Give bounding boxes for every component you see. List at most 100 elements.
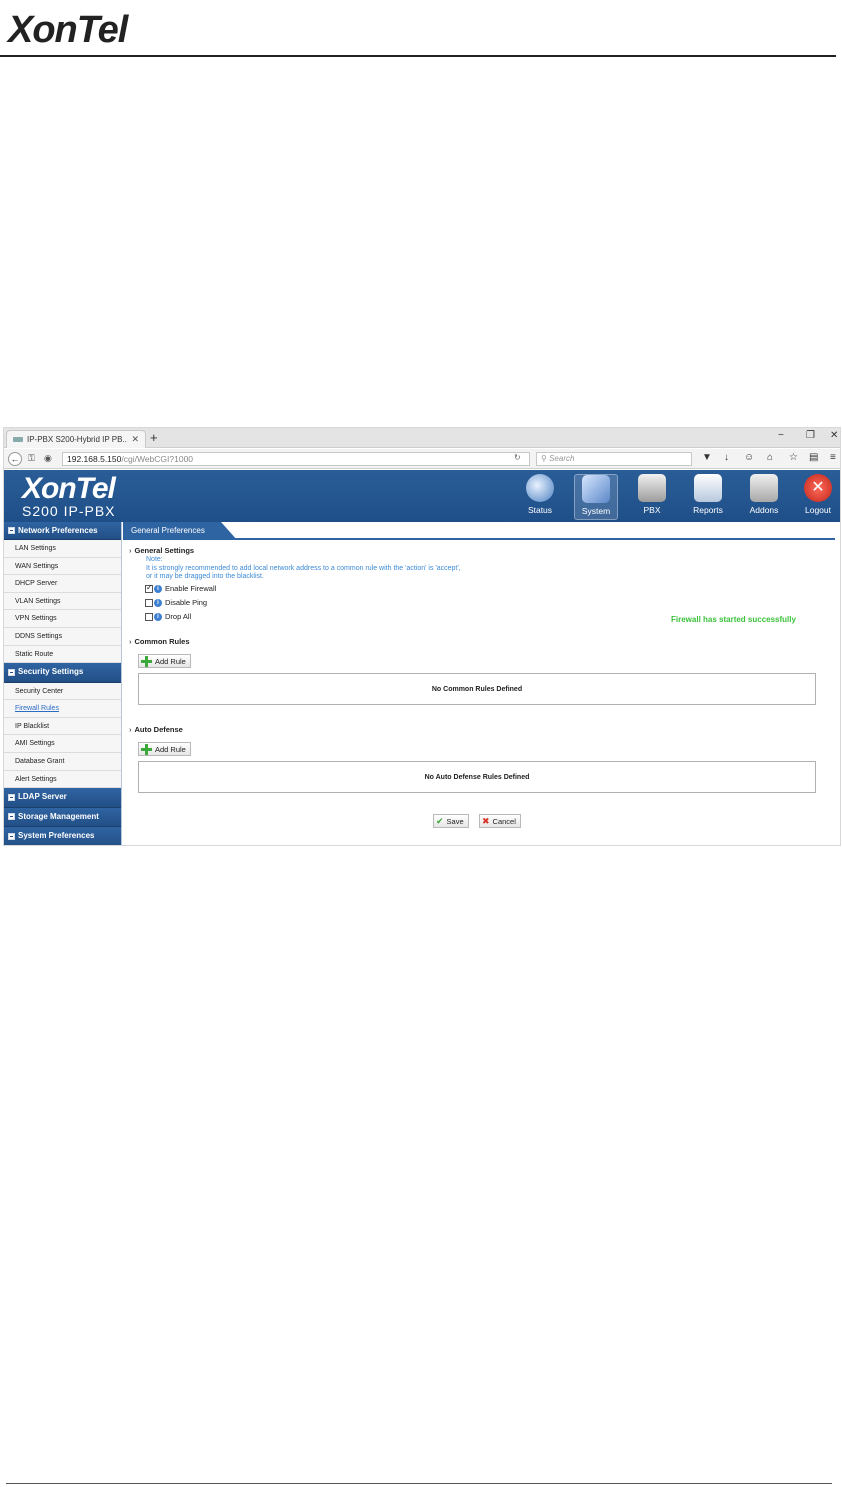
- maximize-icon[interactable]: ❐: [806, 430, 815, 441]
- breadcrumb: General Preferences: [123, 522, 237, 540]
- disable-ping-label: Disable Ping: [165, 598, 208, 607]
- nav-reports[interactable]: Reports: [686, 474, 730, 520]
- reports-icon: [694, 474, 722, 502]
- app-header: XonTel S200 IP-PBX Status System PBX Rep…: [4, 470, 840, 522]
- new-tab-button[interactable]: +: [150, 430, 158, 445]
- nav-logout[interactable]: ✕ Logout: [796, 474, 840, 520]
- browser-tab[interactable]: IP-PBX S200-Hybrid IP PB... ✕: [6, 430, 146, 448]
- nav-logout-label: Logout: [805, 505, 831, 515]
- sidebar-group-network-preferences[interactable]: Network Preferences: [4, 522, 121, 540]
- sidebar-item-ami-settings[interactable]: AMI Settings: [4, 735, 121, 754]
- url-input[interactable]: 192.168.5.150/cgi/WebCGI?1000: [62, 452, 530, 466]
- sidebar-group-storage-management[interactable]: Storage Management: [4, 807, 121, 828]
- info-icon[interactable]: i: [154, 612, 162, 621]
- nav-addons-label: Addons: [749, 505, 779, 515]
- save-label: Save: [446, 816, 464, 826]
- option-disable-ping: i Disable Ping: [145, 598, 207, 607]
- sidebar-item-vpn-settings[interactable]: VPN Settings: [4, 610, 121, 628]
- auto-defense-rules-table: No Auto Defense Rules Defined: [138, 761, 816, 793]
- nav-addons[interactable]: Addons: [742, 474, 786, 520]
- header-rule: [0, 55, 836, 57]
- sidebar-group-security-settings[interactable]: Security Settings: [4, 663, 121, 683]
- sidebar-group-ldap-server[interactable]: LDAP Server: [4, 788, 121, 808]
- option-enable-firewall: i Enable Firewall: [145, 583, 217, 593]
- sidebar-item-security-center[interactable]: Security Center: [4, 682, 121, 701]
- save-button[interactable]: ✔ Save: [433, 814, 469, 828]
- sidebar-item-wan-settings[interactable]: WAN Settings: [4, 557, 121, 576]
- browser-tab-bar: IP-PBX S200-Hybrid IP PB... ✕ + − ❐ ✕: [4, 428, 840, 448]
- add-rule-label: Add Rule: [155, 744, 186, 754]
- nav-status-label: Status: [527, 505, 553, 515]
- logout-icon: ✕: [804, 474, 832, 502]
- sidebar-item-lan-settings[interactable]: LAN Settings: [4, 540, 121, 558]
- main-content: General Preferences General Settings Not…: [123, 522, 840, 845]
- system-icon: [582, 475, 610, 503]
- drop-all-label: Drop All: [165, 612, 192, 621]
- home-icon[interactable]: ⌂: [767, 452, 773, 463]
- disable-ping-checkbox[interactable]: [145, 598, 153, 607]
- sidebar-item-static-route[interactable]: Static Route: [4, 645, 121, 664]
- reload-icon[interactable]: ↻: [514, 453, 521, 462]
- close-tab-icon[interactable]: ✕: [131, 434, 139, 445]
- nav-system[interactable]: System: [574, 474, 618, 520]
- menu-icon[interactable]: ≡: [830, 452, 836, 463]
- enable-firewall-label: Enable Firewall: [165, 584, 217, 593]
- nav-status[interactable]: Status: [518, 474, 562, 520]
- nav-pbx[interactable]: PBX: [630, 474, 674, 520]
- common-rules-table: No Common Rules Defined: [138, 673, 816, 705]
- option-drop-all: i Drop All: [145, 612, 191, 621]
- document-logo: XonTel: [8, 9, 128, 51]
- url-path: /cgi/WebCGI?1000: [121, 454, 194, 464]
- reading-list-icon[interactable]: ▤: [809, 452, 818, 463]
- section-general-settings: General Settings: [129, 546, 195, 555]
- add-rule-label: Add Rule: [155, 656, 186, 666]
- sidebar-item-database-grant[interactable]: Database Grant: [4, 753, 121, 771]
- cancel-button[interactable]: ✖ Cancel: [479, 814, 521, 828]
- app-logo-brand: XonTel: [22, 472, 116, 505]
- sidebar-group-label: System Preferences: [18, 831, 95, 841]
- add-auto-defense-rule-button[interactable]: Add Rule: [138, 742, 191, 756]
- globe-icon: ◉: [44, 453, 52, 463]
- plus-icon: [141, 743, 152, 755]
- sidebar-group-label: Network Preferences: [18, 525, 98, 535]
- cancel-x-icon: ✖: [482, 815, 490, 826]
- sidebar-group-label: LDAP Server: [18, 792, 67, 802]
- info-icon[interactable]: i: [154, 598, 162, 607]
- sidebar-group-label: Security Settings: [18, 667, 84, 677]
- empty-state-text: No Auto Defense Rules Defined: [424, 773, 530, 781]
- info-icon[interactable]: i: [154, 584, 162, 593]
- app-logo-product: S200 IP-PBX: [22, 503, 116, 519]
- search-input[interactable]: ⚲ Search: [536, 452, 692, 466]
- status-icon: [526, 474, 554, 502]
- collapse-icon: [8, 668, 15, 676]
- minimize-icon[interactable]: −: [778, 430, 784, 441]
- search-icon: ⚲: [541, 454, 547, 463]
- sidebar-item-firewall-rules[interactable]: Firewall Rules: [4, 700, 121, 718]
- download-icon[interactable]: ↓: [724, 452, 729, 463]
- back-arrow-icon[interactable]: ←: [8, 452, 22, 466]
- drop-all-checkbox[interactable]: [145, 612, 153, 621]
- nav-system-label: System: [581, 506, 611, 516]
- search-placeholder: Search: [549, 454, 575, 463]
- sidebar-item-vlan-settings[interactable]: VLAN Settings: [4, 592, 121, 611]
- sidebar-item-dhcp-server[interactable]: DHCP Server: [4, 575, 121, 593]
- breadcrumb-bar: General Preferences: [123, 522, 835, 540]
- section-common-rules: Common Rules: [129, 637, 190, 646]
- enable-firewall-checkbox[interactable]: [145, 583, 153, 593]
- window-close-icon[interactable]: ✕: [830, 430, 838, 441]
- sidebar-group-system-preferences[interactable]: System Preferences: [4, 827, 121, 845]
- screenshot: IP-PBX S200-Hybrid IP PB... ✕ + − ❐ ✕ ← …: [3, 427, 841, 846]
- expand-icon: [8, 832, 15, 840]
- key-icon[interactable]: ⚿: [28, 453, 35, 464]
- sidebar-item-ip-blacklist[interactable]: IP Blacklist: [4, 717, 121, 736]
- add-common-rule-button[interactable]: Add Rule: [138, 654, 191, 668]
- addons-icon: [750, 474, 778, 502]
- footer-rule: [6, 1483, 832, 1484]
- sidebar-item-alert-settings[interactable]: Alert Settings: [4, 770, 121, 789]
- star-icon[interactable]: ☆: [789, 452, 798, 463]
- pocket-icon[interactable]: ▼: [702, 452, 712, 463]
- sidebar-group-label: Storage Management: [18, 811, 99, 821]
- chat-icon[interactable]: ☺: [744, 452, 754, 463]
- nav-pbx-label: PBX: [643, 505, 661, 515]
- sidebar-item-ddns-settings[interactable]: DDNS Settings: [4, 627, 121, 646]
